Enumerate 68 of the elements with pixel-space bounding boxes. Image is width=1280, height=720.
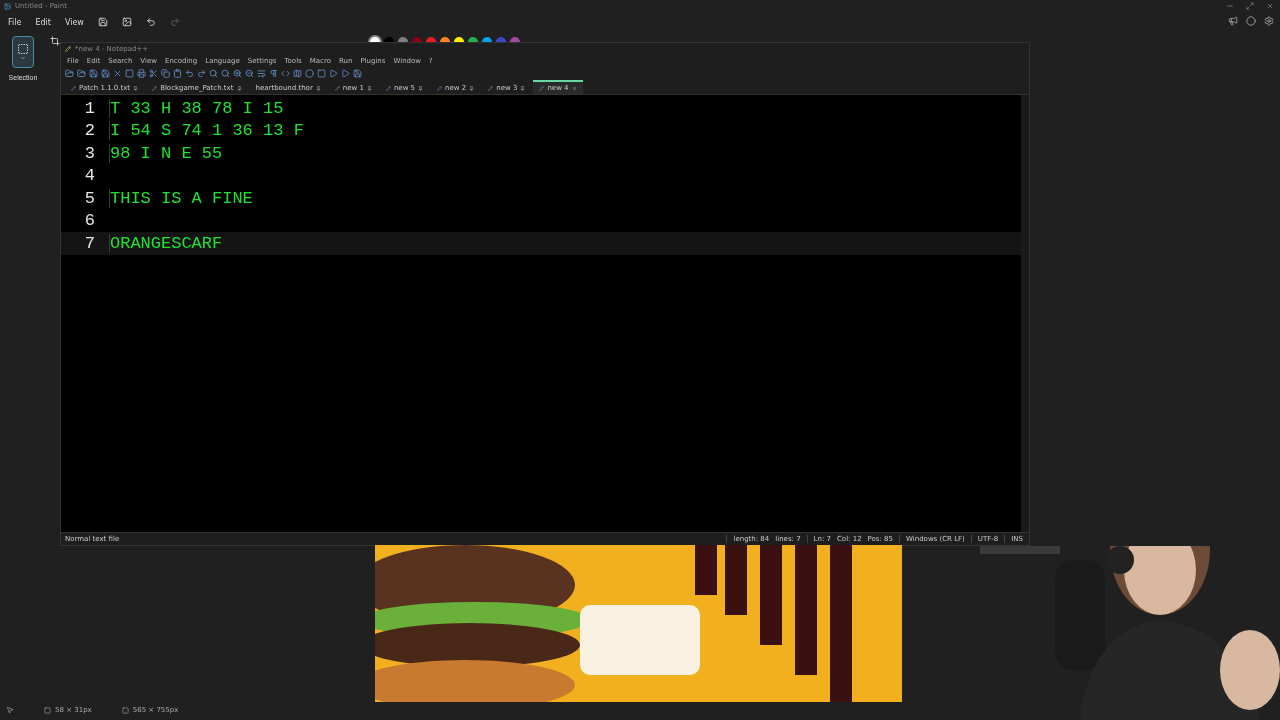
code-text: 98 I N E 55 [109,143,223,163]
megaphone-icon[interactable] [1228,16,1238,26]
pin-icon[interactable] [366,85,372,91]
stop-icon[interactable] [317,68,326,78]
pin-icon[interactable] [315,85,321,91]
pilcrow-icon[interactable] [269,68,278,78]
line-number: 2 [83,121,96,141]
line-number: 6 [83,211,96,231]
cursor-icon [6,706,14,714]
selection-icon [17,43,29,55]
color-swatch[interactable] [384,37,394,42]
code-text: ORANGESCARF [109,233,223,253]
zoom-in-icon[interactable] [233,68,242,78]
pin-icon[interactable] [133,85,139,91]
menu-item[interactable]: File [8,17,22,27]
line-number: 7 [83,233,96,253]
redo-icon[interactable] [197,68,206,78]
pin-icon[interactable] [469,85,475,91]
app-icon [65,46,71,52]
cut-icon[interactable] [149,68,158,78]
line-number: 1 [83,98,96,118]
wrap-icon[interactable] [257,68,266,78]
pin-icon[interactable] [520,85,526,91]
color-swatch[interactable] [496,37,506,42]
map-icon[interactable] [293,68,302,78]
copy-icon[interactable] [161,68,170,78]
redo-icon[interactable] [169,17,180,27]
paste-icon[interactable] [173,68,182,78]
color-swatch[interactable] [482,37,492,42]
zoom-out-icon[interactable] [245,68,254,78]
code-text: T 33 H 38 78 I 15 [109,98,284,118]
color-swatch[interactable] [440,37,450,42]
code-icon[interactable] [281,68,290,78]
play-icon[interactable] [329,68,338,78]
app-icon [4,2,11,10]
pin-icon[interactable] [418,85,424,91]
image-icon[interactable] [121,17,132,27]
code-text: THIS IS A FINE [109,188,253,208]
save-all-icon[interactable] [101,68,110,78]
undo-icon[interactable] [185,68,194,78]
color-swatch[interactable] [510,37,520,42]
line-number: 3 [83,143,96,163]
search-icon[interactable] [209,68,218,78]
color-swatch[interactable] [398,37,408,42]
save-icon[interactable] [89,68,98,78]
color-swatch[interactable] [370,37,380,42]
menu-item[interactable]: Edit [35,17,51,27]
close-icon[interactable] [571,85,577,91]
pin-icon[interactable] [236,85,242,91]
print-icon[interactable] [137,68,146,78]
color-swatch[interactable] [468,37,478,42]
maximize-icon[interactable] [1246,2,1254,10]
chevron-icon [20,55,26,61]
close-icon[interactable] [113,68,122,78]
line-number: 5 [83,188,96,208]
settings-icon[interactable] [1264,16,1274,26]
record-icon[interactable] [305,68,314,78]
crop-icon[interactable] [50,36,60,46]
open-icon[interactable] [77,68,86,78]
text-editor[interactable]: 1 T 33 H 38 78 I 15 2 I 54 S 74 1 36 13 F 3 98 I N E 55 4 5 THIS IS A FINE 6 7 ORANGESCARF [61,95,1029,532]
color-swatch[interactable] [454,37,464,42]
close-icon[interactable] [1266,2,1274,10]
color-swatch[interactable] [426,37,436,42]
line-number: 4 [83,166,96,186]
undo-icon[interactable] [145,17,156,27]
code-text: I 54 S 74 1 36 13 F [109,121,304,141]
color-swatch[interactable] [412,37,422,42]
menu-item[interactable]: View [64,17,84,27]
